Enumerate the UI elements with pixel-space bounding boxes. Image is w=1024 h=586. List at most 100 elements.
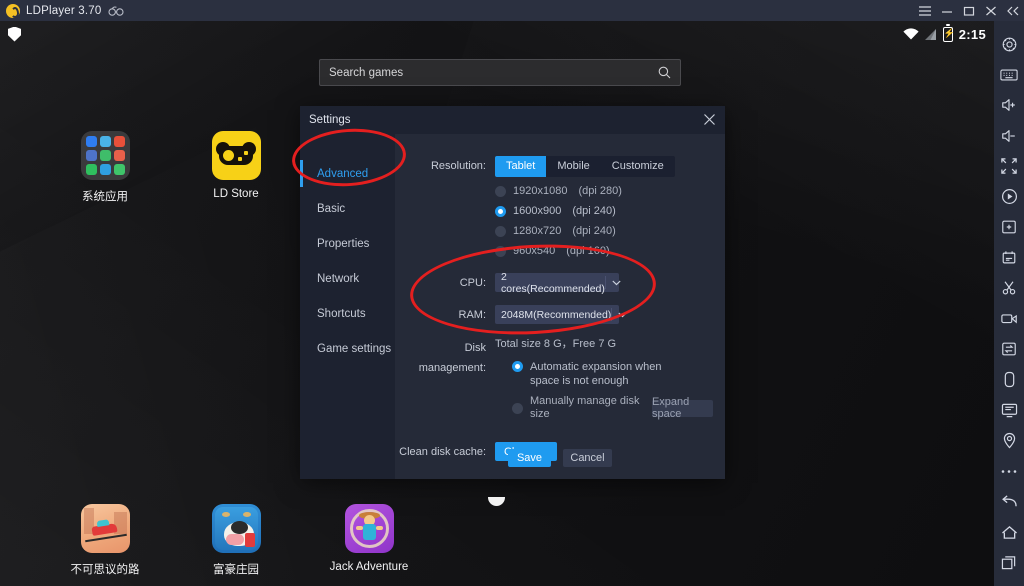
video-record-icon[interactable] [994, 304, 1024, 335]
folder-icon [80, 131, 130, 180]
collapse-button[interactable] [1002, 0, 1024, 21]
resolution-label: Resolution: [430, 160, 486, 172]
radio-icon[interactable] [512, 403, 523, 414]
radio-icon[interactable] [495, 246, 506, 257]
sidebar-item-basic[interactable]: Basic [300, 191, 395, 226]
settings-panel-advanced: Resolution: Tablet Mobile Customize 1920 [395, 134, 725, 479]
cancel-button[interactable]: Cancel [563, 449, 612, 467]
close-button[interactable] [980, 0, 1002, 21]
back-icon[interactable] [994, 487, 1024, 518]
keyboard-icon[interactable] [994, 60, 1024, 91]
search-games-bar[interactable]: Search games [319, 59, 681, 86]
disk-summary: Total size 8 G，Free 7 G [495, 338, 617, 350]
disk-management-label: Disk management: [418, 342, 486, 374]
radio-icon[interactable] [495, 226, 506, 237]
minimize-button[interactable] [936, 0, 958, 21]
sidebar-item-shortcuts[interactable]: Shortcuts [300, 296, 395, 331]
disk-option-label: Automatic expansion when space is not en… [530, 361, 662, 387]
recents-icon[interactable] [994, 548, 1024, 579]
road-game-icon [80, 504, 130, 553]
menu-button[interactable] [914, 0, 936, 21]
multi-instance-sync-icon[interactable] [994, 243, 1024, 274]
shake-icon[interactable] [994, 365, 1024, 396]
resolution-mode-customize[interactable]: Customize [601, 156, 675, 177]
settings-dialog-footer: Save Cancel [395, 437, 725, 479]
resolution-mode-tablet[interactable]: Tablet [495, 156, 547, 177]
settings-sidebar: Advanced Basic Properties Network Shortc… [300, 134, 395, 479]
status-bar-right: 2:15 [903, 24, 986, 42]
ram-select-value: 2048M(Recommended) [501, 308, 612, 321]
cpu-label: CPU: [459, 277, 486, 289]
file-transfer-icon[interactable] [994, 334, 1024, 365]
settings-dialog: Settings Advanced Basic Properties Netwo… [300, 106, 725, 479]
resolution-option-960x540[interactable]: 960x540 (dpi 160) [495, 245, 675, 258]
settings-dialog-header: Settings [300, 106, 725, 134]
status-clock: 2:15 [958, 26, 986, 42]
desktop-icon-system-apps[interactable]: 系统应用 [59, 131, 151, 204]
battery-charging-icon [942, 24, 953, 42]
resolution-option-label: 1280x720 (dpi 240) [513, 225, 616, 237]
resolution-option-1600x900[interactable]: 1600x900 (dpi 240) [495, 205, 675, 218]
settings-gear-icon[interactable] [994, 29, 1024, 60]
search-icon[interactable] [658, 66, 671, 79]
sidebar-item-label: Network [317, 272, 360, 285]
ram-row: RAM: 2048M(Recommended) [395, 305, 725, 325]
location-icon[interactable] [994, 426, 1024, 457]
resolution-mode-mobile[interactable]: Mobile [546, 156, 600, 177]
volume-down-icon[interactable] [994, 121, 1024, 152]
radio-icon[interactable] [512, 361, 523, 372]
sidebar-item-game-settings[interactable]: Game settings [300, 331, 395, 366]
window-controls [914, 0, 1024, 21]
ram-label: RAM: [458, 309, 487, 321]
resolution-row: Resolution: Tablet Mobile Customize 1920 [395, 156, 725, 265]
cow-game-icon [211, 504, 261, 553]
chevron-down-icon[interactable] [604, 276, 621, 289]
sidebar-item-properties[interactable]: Properties [300, 226, 395, 261]
disk-option-label: Manually manage disk size [530, 395, 640, 420]
sidebar-item-network[interactable]: Network [300, 261, 395, 296]
resolution-option-1280x720[interactable]: 1280x720 (dpi 240) [495, 225, 675, 238]
maximize-button[interactable] [958, 0, 980, 21]
new-window-icon[interactable] [994, 212, 1024, 243]
ldplayer-window: LDPlayer 3.70 ⚡ 2:15 Search games 系统应用 L… [0, 0, 1024, 586]
search-input-placeholder[interactable]: Search games [329, 67, 658, 79]
desktop-icon-cow-game[interactable]: 富豪庄园 [190, 504, 282, 577]
expand-space-button[interactable]: Expand space [651, 396, 713, 420]
radio-icon[interactable] [495, 206, 506, 217]
cpu-select[interactable]: 2 cores(Recommended) [495, 270, 621, 295]
jack-adventure-icon [344, 504, 394, 553]
desktop-icon-jack-adventure[interactable]: Jack Adventure [323, 504, 415, 573]
cpu-row: CPU: 2 cores(Recommended) [395, 270, 725, 295]
cpu-select-value: 2 cores(Recommended) [501, 270, 605, 295]
radio-icon[interactable] [495, 186, 506, 197]
sidebar-item-label: Shortcuts [317, 307, 366, 320]
resolution-option-1920x1080[interactable]: 1920x1080 (dpi 280) [495, 185, 675, 198]
sidebar-item-label: Basic [317, 202, 346, 215]
more-options-icon[interactable] [994, 456, 1024, 487]
sidebar-item-label: Properties [317, 237, 370, 250]
fullscreen-icon[interactable] [994, 151, 1024, 182]
desktop-icon-ld-store[interactable]: LD Store [190, 131, 282, 200]
dialog-drag-handle[interactable] [488, 497, 505, 506]
save-button[interactable]: Save [508, 449, 551, 467]
settings-dialog-body: Advanced Basic Properties Network Shortc… [300, 134, 725, 479]
chevron-down-icon[interactable] [611, 308, 627, 321]
record-macro-icon[interactable] [994, 182, 1024, 213]
disk-management-row: Disk management: Total size 8 G，Free 7 G… [395, 338, 725, 428]
resolution-option-label: 960x540 (dpi 160) [513, 245, 610, 257]
close-icon[interactable] [703, 113, 716, 128]
desktop-icon-label: LD Store [213, 188, 259, 200]
disk-option-automatic[interactable]: Automatic expansion when space is not en… [512, 360, 713, 388]
volume-up-icon[interactable] [994, 90, 1024, 121]
sidebar-item-advanced[interactable]: Advanced [300, 156, 395, 191]
settings-dialog-title: Settings [309, 114, 351, 126]
emulator-screen: 2:15 Search games 系统应用 LD Store [0, 21, 994, 586]
ram-select[interactable]: 2048M(Recommended) [495, 305, 627, 324]
desktop-icon-road-game[interactable]: 不可思议的路 [59, 504, 151, 577]
goggles-icon [108, 5, 125, 16]
disk-option-manual[interactable]: Manually manage disk size Expand space [512, 395, 713, 421]
scissors-screenshot-icon[interactable] [994, 273, 1024, 304]
home-icon[interactable] [994, 517, 1024, 548]
android-status-bar: 2:15 [0, 21, 994, 47]
virtual-screen-icon[interactable] [994, 395, 1024, 426]
